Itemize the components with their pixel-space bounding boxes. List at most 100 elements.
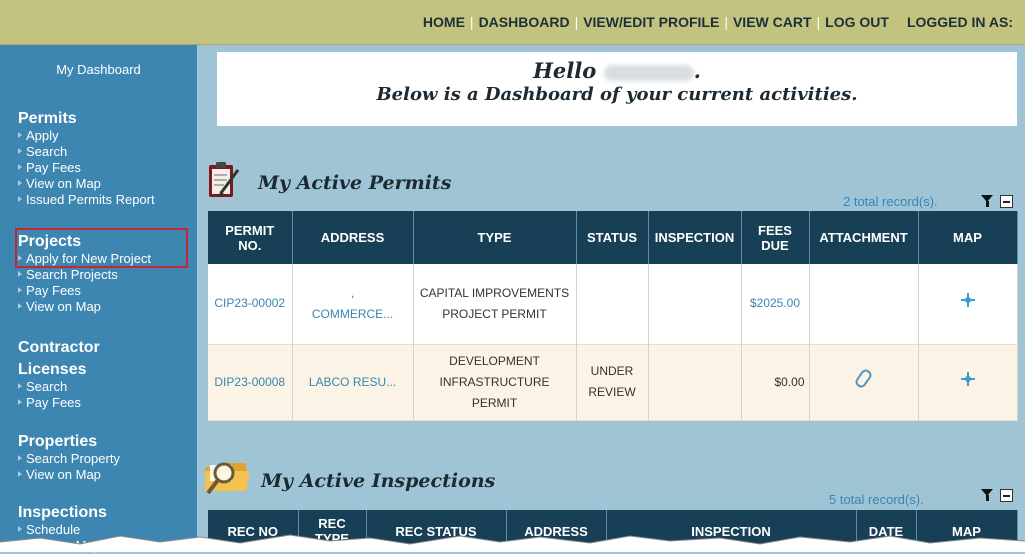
arrow-right-icon: [18, 164, 22, 170]
arrow-right-icon: [18, 196, 22, 202]
inspection-cell: [648, 264, 742, 344]
nav-separator: |: [574, 14, 579, 30]
fees-due-link[interactable]: $2025.00: [741, 264, 810, 344]
sidebar-properties-search[interactable]: Search Property: [18, 451, 193, 467]
sidebar-projects-search[interactable]: Search Projects: [18, 267, 193, 283]
attachment-cell[interactable]: [809, 344, 919, 420]
permits-section-title: My Active Permits: [258, 172, 452, 194]
move-icon[interactable]: [960, 293, 975, 308]
inspections-filter-button[interactable]: [980, 488, 994, 502]
permit-number-link[interactable]: DIP23-00008: [208, 344, 293, 420]
column-header-address[interactable]: ADDRESS: [292, 211, 414, 264]
sidebar-properties-section: Properties Search Property View on Map: [18, 433, 193, 483]
column-header-map[interactable]: MAP: [918, 211, 1018, 264]
top-bar: HOME | DASHBOARD | VIEW/EDIT PROFILE | VIEW CA…: [0, 0, 1025, 45]
permits-record-count: 2 total record(s).: [843, 194, 938, 209]
sidebar-permits-section: Permits Apply Search Pay Fees View on Ma…: [18, 110, 193, 208]
column-header-permit-no[interactable]: PERMIT NO.: [208, 211, 293, 264]
welcome-greeting: Hello .: [217, 58, 1017, 83]
sidebar-item-label: Pay Fees: [26, 160, 81, 175]
permits-minimize-button[interactable]: [1000, 195, 1013, 208]
welcome-hello-text: Hello: [533, 58, 597, 83]
permit-number-link[interactable]: CIP23-00002: [208, 264, 293, 344]
address-text: COMMERCE...: [311, 306, 394, 321]
filter-icon-stem: [986, 495, 989, 501]
arrow-right-icon: [18, 383, 22, 389]
nav-separator: |: [724, 14, 728, 30]
column-header-inspection[interactable]: INSPECTION: [648, 211, 742, 264]
permits-table: PERMIT NO. ADDRESS TYPE STATUS INSPECTIO…: [208, 211, 1018, 421]
address-link[interactable]: LABCO RESU...: [292, 344, 414, 420]
sidebar-properties-title: Properties: [18, 433, 98, 450]
column-header-status[interactable]: STATUS: [576, 211, 649, 264]
sidebar-item-label: Search Projects: [26, 267, 118, 282]
permits-table-header: PERMIT NO. ADDRESS TYPE STATUS INSPECTIO…: [208, 211, 1018, 264]
sidebar-item-label: Pay Fees: [26, 283, 81, 298]
sidebar-projects-pay-fees[interactable]: Pay Fees: [18, 283, 193, 299]
nav-profile-link[interactable]: VIEW/EDIT PROFILE: [583, 14, 719, 30]
arrow-right-icon: [18, 287, 22, 293]
status-cell: UNDER REVIEW: [576, 344, 649, 420]
clipboard-icon: [209, 162, 240, 197]
map-cell[interactable]: [918, 264, 1018, 344]
torn-edge: [0, 534, 1025, 552]
sidebar-permits-search[interactable]: Search: [18, 144, 193, 160]
redacted-username: [603, 64, 694, 81]
inspections-record-count: 5 total record(s).: [829, 492, 924, 507]
welcome-subtitle: Below is a Dashboard of your current act…: [376, 84, 858, 105]
sidebar-properties-view-map[interactable]: View on Map: [18, 467, 193, 483]
sidebar-item-label: View on Map: [26, 467, 101, 482]
paperclip-icon[interactable]: [853, 367, 874, 390]
inspection-cell: [648, 344, 742, 420]
column-header-type[interactable]: TYPE: [413, 211, 577, 264]
address-cell[interactable]: , COMMERCE...: [292, 264, 414, 344]
sidebar-dashboard-link[interactable]: My Dashboard: [0, 62, 197, 77]
sidebar-item-label: Issued Permits Report: [26, 192, 155, 207]
arrow-right-icon: [18, 303, 22, 309]
sidebar: My Dashboard Permits Apply Search Pay Fe…: [0, 45, 197, 553]
map-cell[interactable]: [918, 344, 1018, 420]
sidebar-item-label: Search: [26, 144, 68, 159]
welcome-panel: Hello . Below is a Dashboard of your cur…: [217, 52, 1017, 126]
inspections-section-title: My Active Inspections: [261, 470, 496, 492]
welcome-punctuation: .: [693, 58, 701, 83]
top-navigation: HOME | DASHBOARD | VIEW/EDIT PROFILE | VIEW CA…: [423, 14, 1013, 30]
type-cell: DEVELOPMENT INFRASTRUCTURE PERMIT: [413, 344, 577, 420]
arrow-right-icon: [18, 455, 22, 461]
logged-in-label: LOGGED IN AS:: [906, 14, 1013, 30]
sidebar-permits-issued-report[interactable]: Issued Permits Report: [18, 192, 193, 208]
sidebar-permits-title: Permits: [18, 110, 77, 127]
arrow-right-icon: [18, 471, 22, 477]
sidebar-item-label: Pay Fees: [26, 395, 81, 410]
column-header-fees-due[interactable]: FEES DUE: [741, 211, 810, 264]
inspections-minimize-button[interactable]: [1000, 489, 1013, 502]
permits-filter-button[interactable]: [980, 194, 994, 208]
nav-home-link[interactable]: HOME: [423, 14, 465, 30]
nav-cart-link[interactable]: VIEW CART: [733, 14, 812, 30]
highlight-box: [15, 228, 188, 268]
move-icon[interactable]: [960, 371, 975, 386]
filter-icon-stem: [986, 201, 989, 207]
sidebar-item-label: View on Map: [26, 176, 101, 191]
sidebar-permits-pay-fees[interactable]: Pay Fees: [18, 160, 193, 176]
sidebar-licenses-title: Licenses: [18, 361, 87, 378]
column-header-attachment[interactable]: ATTACHMENT: [809, 211, 919, 264]
fees-due-cell: $0.00: [741, 344, 810, 420]
sidebar-item-label: Search Property: [26, 451, 120, 466]
address-prefix: ,: [350, 285, 355, 300]
sidebar-inspections-title: Inspections: [18, 504, 107, 521]
sidebar-licenses-pay-fees[interactable]: Pay Fees: [18, 395, 193, 411]
nav-separator: |: [469, 14, 474, 30]
nav-logout-link[interactable]: LOG OUT: [825, 14, 889, 30]
sidebar-licenses-search[interactable]: Search: [18, 379, 193, 395]
nav-dashboard-link[interactable]: DASHBOARD: [479, 14, 570, 30]
table-row: CIP23-00002 , COMMERCE... CAPITAL IMPROVE…: [208, 264, 1018, 344]
sidebar-permits-view-map[interactable]: View on Map: [18, 176, 193, 192]
table-row: DIP23-00008 LABCO RESU... DEVELOPMENT IN…: [208, 344, 1018, 420]
sidebar-contractor-section: Contractor Licenses Search Pay Fees: [18, 339, 193, 411]
sidebar-item-label: Apply: [26, 128, 59, 143]
sidebar-projects-view-map[interactable]: View on Map: [18, 299, 193, 315]
arrow-right-icon: [18, 132, 22, 138]
folder-search-icon: [205, 462, 250, 495]
sidebar-permits-apply[interactable]: Apply: [18, 128, 193, 144]
